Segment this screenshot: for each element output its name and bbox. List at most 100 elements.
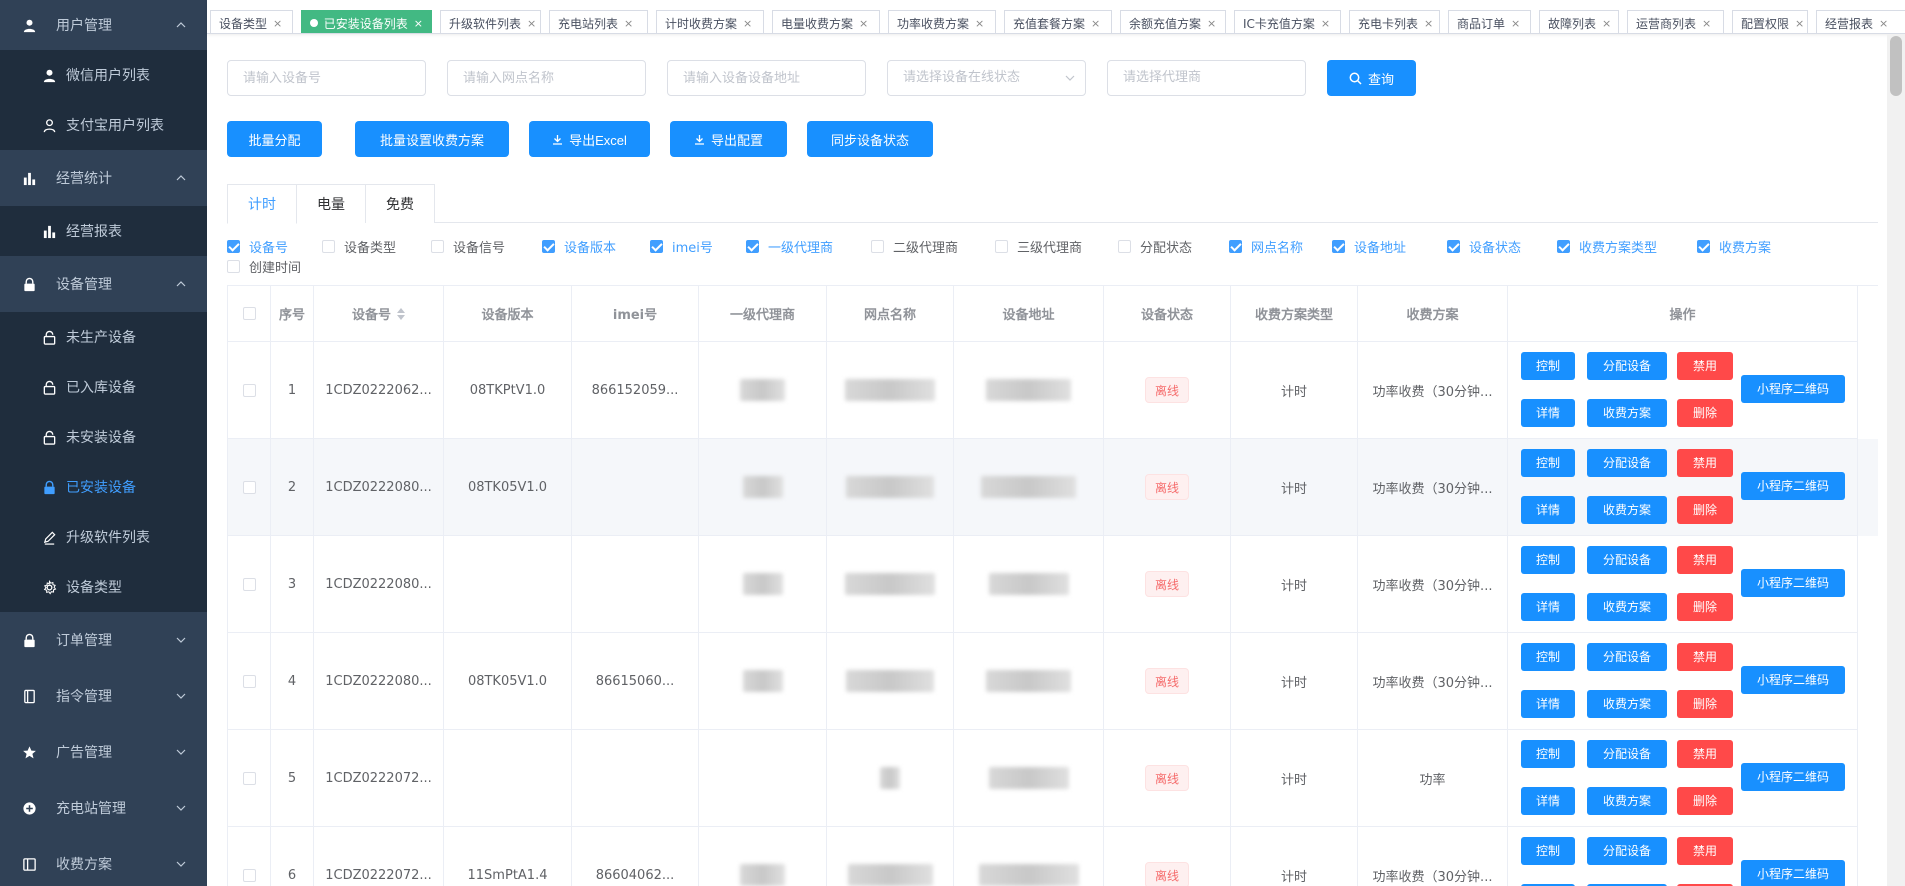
checkbox-box[interactable] bbox=[1332, 239, 1345, 253]
scrollbar-thumb[interactable] bbox=[1890, 36, 1902, 96]
mini-program-qrcode-button[interactable]: 小程序二维码 bbox=[1741, 471, 1845, 500]
assign-device-button[interactable]: 分配设备 bbox=[1587, 545, 1667, 574]
mini-program-qrcode-button[interactable]: 小程序二维码 bbox=[1741, 859, 1845, 886]
row-checkbox[interactable] bbox=[242, 674, 256, 688]
close-icon[interactable]: × bbox=[1702, 17, 1711, 30]
sort-icon[interactable] bbox=[397, 307, 405, 320]
disable-button[interactable]: 禁用 bbox=[1677, 642, 1733, 671]
column-header[interactable]: 设备号 bbox=[314, 286, 444, 342]
disable-button[interactable]: 禁用 bbox=[1677, 448, 1733, 477]
close-icon[interactable]: × bbox=[1091, 17, 1100, 30]
tag-7[interactable]: 充值套餐方案 × bbox=[1004, 10, 1112, 33]
checkbox-box[interactable] bbox=[1447, 239, 1460, 253]
column-toggle-checkbox[interactable]: 设备类型 bbox=[322, 238, 396, 256]
delete-button[interactable]: 删除 bbox=[1677, 495, 1733, 524]
checkbox-box[interactable] bbox=[322, 239, 335, 253]
fee-plan-button[interactable]: 收费方案 bbox=[1587, 689, 1667, 718]
fee-plan-button[interactable]: 收费方案 bbox=[1587, 398, 1667, 427]
batch-fee-button[interactable]: 批量设置收费方案 bbox=[355, 121, 509, 157]
disable-button[interactable]: 禁用 bbox=[1677, 836, 1733, 865]
disable-button[interactable]: 禁用 bbox=[1677, 545, 1733, 574]
close-icon[interactable]: × bbox=[1321, 17, 1330, 30]
assign-device-button[interactable]: 分配设备 bbox=[1587, 642, 1667, 671]
tag-9[interactable]: IC卡充值方案 × bbox=[1234, 10, 1341, 33]
sidebar-item[interactable]: 收费方案 bbox=[0, 836, 207, 886]
batch-assign-button[interactable]: 批量分配 bbox=[227, 121, 322, 157]
close-icon[interactable]: × bbox=[743, 17, 752, 30]
tag-4[interactable]: 计时收费方案 × bbox=[656, 10, 764, 33]
checkbox-box[interactable] bbox=[650, 239, 663, 253]
row-checkbox[interactable] bbox=[242, 771, 256, 785]
row-checkbox[interactable] bbox=[242, 868, 256, 882]
tab-power[interactable]: 电量 bbox=[296, 184, 366, 223]
checkbox-box[interactable] bbox=[1697, 239, 1710, 253]
online-status-select[interactable]: 请选择设备在线状态 bbox=[887, 60, 1086, 96]
column-toggle-checkbox[interactable]: 创建时间 bbox=[227, 258, 301, 276]
column-toggle-checkbox[interactable]: 二级代理商 bbox=[871, 238, 958, 256]
row-checkbox[interactable] bbox=[242, 383, 256, 397]
fee-plan-button[interactable]: 收费方案 bbox=[1587, 495, 1667, 524]
sidebar-item[interactable]: 未安装设备 bbox=[0, 412, 207, 462]
checkbox-box[interactable] bbox=[995, 239, 1008, 253]
tag-14[interactable]: 配置权限 × bbox=[1732, 10, 1808, 33]
checkbox-box[interactable] bbox=[871, 239, 884, 253]
tab-timing[interactable]: 计时 bbox=[227, 184, 297, 224]
control-button[interactable]: 控制 bbox=[1521, 351, 1575, 380]
delete-button[interactable]: 删除 bbox=[1677, 786, 1733, 815]
assign-device-button[interactable]: 分配设备 bbox=[1587, 351, 1667, 380]
checkbox-box[interactable] bbox=[746, 239, 759, 253]
site-name-input[interactable] bbox=[447, 60, 646, 96]
export-config-button[interactable]: 导出配置 bbox=[670, 121, 787, 157]
tag-1[interactable]: 已安装设备列表 × bbox=[301, 10, 432, 33]
delete-button[interactable]: 删除 bbox=[1677, 398, 1733, 427]
sidebar-item[interactable]: 未生产设备 bbox=[0, 312, 207, 362]
checkbox-box[interactable] bbox=[542, 239, 555, 253]
checkbox-box[interactable] bbox=[227, 259, 240, 273]
sidebar-item[interactable]: 设备管理 bbox=[0, 256, 207, 312]
close-icon[interactable]: × bbox=[1795, 17, 1804, 30]
tag-8[interactable]: 余额充值方案 × bbox=[1120, 10, 1226, 33]
close-icon[interactable]: × bbox=[859, 17, 868, 30]
control-button[interactable]: 控制 bbox=[1521, 739, 1575, 768]
close-icon[interactable]: × bbox=[624, 17, 633, 30]
sidebar-item[interactable]: 已入库设备 bbox=[0, 362, 207, 412]
checkbox-box[interactable] bbox=[431, 239, 444, 253]
sidebar-item[interactable]: 经营统计 bbox=[0, 150, 207, 206]
tag-11[interactable]: 商品订单 × bbox=[1448, 10, 1531, 33]
close-icon[interactable]: × bbox=[1207, 17, 1216, 30]
column-toggle-checkbox[interactable]: 设备地址 bbox=[1332, 238, 1406, 256]
column-toggle-checkbox[interactable]: 一级代理商 bbox=[746, 238, 833, 256]
sidebar-item[interactable]: 已安装设备 bbox=[0, 462, 207, 512]
close-icon[interactable]: × bbox=[273, 17, 282, 30]
control-button[interactable]: 控制 bbox=[1521, 836, 1575, 865]
tag-0[interactable]: 设备类型 × bbox=[210, 10, 293, 33]
close-icon[interactable]: × bbox=[1424, 17, 1433, 30]
export-excel-button[interactable]: 导出Excel bbox=[529, 121, 650, 157]
detail-button[interactable]: 详情 bbox=[1521, 786, 1575, 815]
column-toggle-checkbox[interactable]: 设备版本 bbox=[542, 238, 616, 256]
tag-10[interactable]: 充电卡列表 × bbox=[1349, 10, 1440, 33]
column-toggle-checkbox[interactable]: imei号 bbox=[650, 238, 713, 256]
column-toggle-checkbox[interactable]: 设备信号 bbox=[431, 238, 505, 256]
detail-button[interactable]: 详情 bbox=[1521, 495, 1575, 524]
tag-13[interactable]: 运营商列表 × bbox=[1627, 10, 1724, 33]
column-toggle-checkbox[interactable]: 设备号 bbox=[227, 238, 288, 256]
column-toggle-checkbox[interactable]: 三级代理商 bbox=[995, 238, 1082, 256]
control-button[interactable]: 控制 bbox=[1521, 448, 1575, 477]
sidebar-item[interactable]: 经营报表 bbox=[0, 206, 207, 256]
sidebar-item[interactable]: 微信用户列表 bbox=[0, 50, 207, 100]
delete-button[interactable]: 删除 bbox=[1677, 689, 1733, 718]
sidebar-item[interactable]: 用户管理 bbox=[0, 0, 207, 50]
disable-button[interactable]: 禁用 bbox=[1677, 739, 1733, 768]
column-toggle-checkbox[interactable]: 收费方案类型 bbox=[1557, 238, 1657, 256]
page-scrollbar[interactable] bbox=[1887, 34, 1905, 886]
sidebar-item[interactable]: 指令管理 bbox=[0, 668, 207, 724]
row-checkbox[interactable] bbox=[242, 480, 256, 494]
fee-plan-button[interactable]: 收费方案 bbox=[1587, 786, 1667, 815]
tag-5[interactable]: 电量收费方案 × bbox=[772, 10, 880, 33]
checkbox-box[interactable] bbox=[1118, 239, 1131, 253]
close-icon[interactable]: × bbox=[414, 17, 423, 30]
column-toggle-checkbox[interactable]: 网点名称 bbox=[1229, 238, 1303, 256]
checkbox-box[interactable] bbox=[1557, 239, 1570, 253]
assign-device-button[interactable]: 分配设备 bbox=[1587, 448, 1667, 477]
